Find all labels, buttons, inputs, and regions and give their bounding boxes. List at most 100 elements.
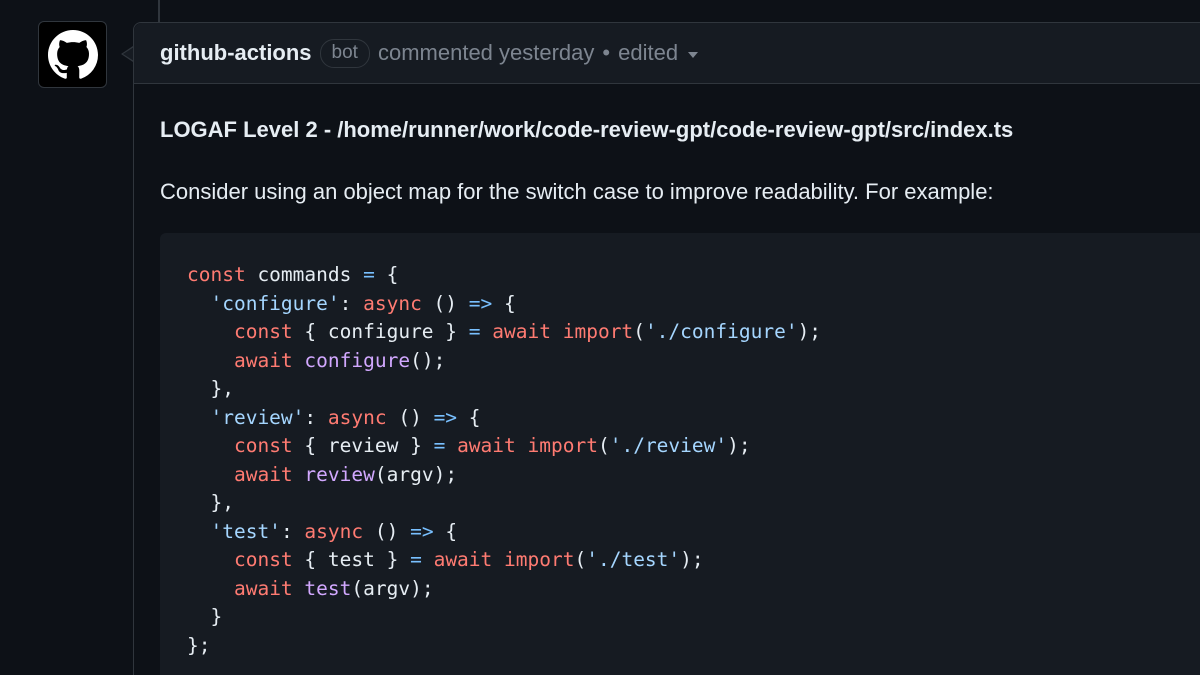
comment-heading: LOGAF Level 2 - /home/runner/work/code-r… [160,117,1014,142]
code-token: { test } [292,548,411,571]
code-token: () [421,291,469,315]
code-token: await [492,320,551,343]
code-token: = [363,263,375,286]
meta-separator: • [602,40,611,65]
code-token: ( [574,548,587,571]
code-token: async [363,291,422,315]
code-token: : [339,291,364,315]
code-token: { configure } [292,320,469,343]
code-line: } [187,603,821,632]
code-token: await [233,576,293,600]
code-line: }, [187,375,821,404]
code-token: './test' [586,548,681,571]
code-token: () [386,405,434,429]
code-token: ( [597,434,610,457]
code-token: './review' [609,434,728,457]
code-token: : [280,519,305,543]
code-token: }, [187,491,234,514]
code-line: }, [187,489,821,518]
code-line: const { review } = await import('./revie… [187,432,821,461]
code-block: const commands = { 'configure': async ()… [160,233,1200,675]
code-token: { [457,405,481,429]
comment-timestamp[interactable]: commented yesterday [378,40,594,66]
code-line: await configure(); [187,347,821,376]
code-token: = [433,434,446,457]
code-token: { [492,291,516,315]
code-token: './configure' [644,320,798,343]
code-line: await test(argv); [187,575,821,604]
code-token: ); [797,320,822,343]
github-logo-icon [47,29,98,79]
code-token: }, [187,377,234,400]
code-token: await [233,348,293,372]
code-token: ( [633,320,645,343]
code-token: () [363,519,411,543]
code-token: (argv); [374,462,458,486]
code-token: 'review' [210,405,305,429]
code-token: => [468,291,493,315]
code-token: = [468,320,481,343]
comment-box: github-actions bot commented yesterday •… [133,22,1200,675]
code-line: 'test': async () => { [187,518,821,547]
code-token: (); [410,348,446,372]
code-token: 'configure' [210,291,340,315]
code-token: import [504,548,575,571]
code-line: }; [187,632,821,661]
code-token: ); [727,434,751,457]
code-token: async [327,405,387,429]
code-token: 'test' [210,519,281,543]
code-token: async [304,519,364,543]
code-token: => [433,405,458,429]
code-token: : [304,405,328,429]
code-line: const { test } = await import('./test'); [187,546,821,575]
code-content: const commands = { 'configure': async ()… [187,261,821,660]
code-token: const [233,434,293,457]
code-token: configure [304,348,411,372]
code-line: const { configure } = await import('./co… [187,318,821,347]
code-line: 'configure': async () => { [187,290,821,319]
code-token: }; [187,633,211,657]
code-token: (argv); [351,576,434,600]
timeline-line [158,0,160,22]
code-token: { [374,263,399,286]
code-line: 'review': async () => { [187,404,821,433]
code-token: } [187,605,223,628]
code-token: const [187,263,246,286]
code-token: ); [680,548,704,571]
comment-header: github-actions bot commented yesterday •… [134,23,1200,84]
comment-paragraph: Consider using an object map for the swi… [160,179,994,204]
code-token: => [410,519,434,543]
code-token: const [233,320,293,343]
code-token: test [304,576,352,600]
author-link[interactable]: github-actions [160,40,312,66]
code-token: review [304,462,375,486]
code-token: { review } [292,434,434,457]
code-token: commands [245,263,364,286]
code-token: { [433,519,458,543]
code-token: = [410,548,422,571]
code-line: await review(argv); [187,461,821,490]
edited-label[interactable]: edited [618,40,678,66]
avatar[interactable] [38,21,107,88]
code-token: import [562,320,634,343]
code-token: await [457,434,516,457]
chevron-down-icon[interactable] [688,52,699,58]
